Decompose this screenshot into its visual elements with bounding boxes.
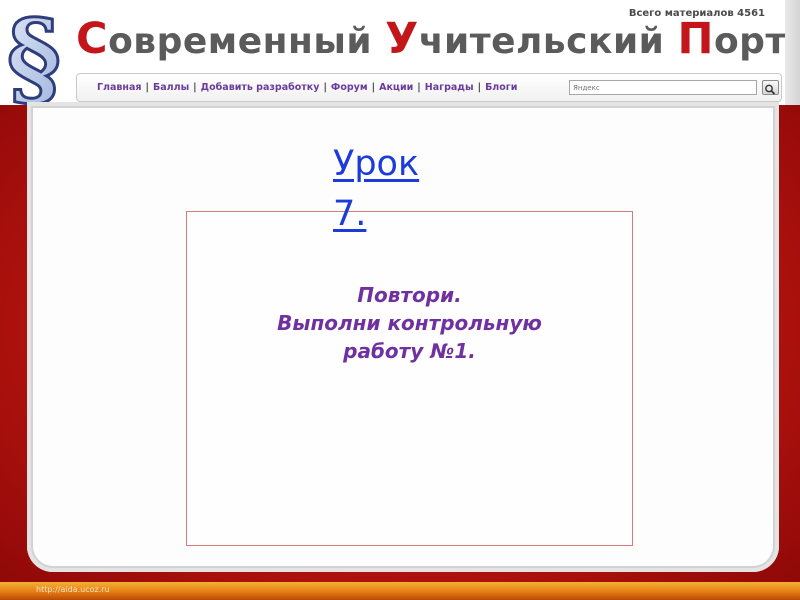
footer-url: http://aida.ucoz.ru [36,585,110,594]
title-word-3: Портал [677,14,800,64]
site-header: § Современный Учительский Портал Всего м… [0,0,800,106]
lesson-title-link[interactable]: Урок 7. [333,139,443,239]
magnifier-icon [765,84,776,95]
nav-separator: | [371,82,376,93]
section-sign-logo-icon: § [5,2,62,106]
task-instructions: Повтори. Выполни контрольную работу №1. [186,281,633,365]
nav-item-home[interactable]: Главная [97,82,142,93]
task-line-3: работу №1. [343,339,476,363]
task-line-2: Выполни контрольную [277,311,542,335]
nav-bar: Главная | Баллы | Добавить разработку | Форум |… [76,73,782,102]
nav-separator: | [145,82,149,93]
header-right-edge [785,0,800,105]
search-input[interactable] [569,80,757,95]
nav-separator: | [323,82,327,93]
nav-separator: | [417,82,421,93]
search-button[interactable] [762,80,779,95]
nav-item-promotions[interactable]: Акции [379,82,413,93]
bottom-stripe [0,582,800,600]
logo-glyph: § [7,2,61,106]
nav-links: Главная | Баллы | Добавить разработку | Форум |… [97,82,517,93]
nav-item-add-development[interactable]: Добавить разработку [201,82,320,93]
nav-item-forum[interactable]: Форум [331,82,368,93]
site-title[interactable]: Современный Учительский Портал [76,14,800,64]
nav-separator: | [193,82,197,93]
task-line-1: Повтори. [357,283,462,307]
nav-item-blogs[interactable]: Блоги [485,82,517,93]
materials-count: Всего материалов 4561 [628,8,765,19]
nav-separator: | [477,82,482,93]
nav-item-awards[interactable]: Награды [425,82,474,93]
title-word-2: Учительский [385,14,678,64]
slide-content-box [186,211,633,546]
nav-item-points[interactable]: Баллы [153,82,189,93]
title-word-1: Современный [76,14,386,64]
